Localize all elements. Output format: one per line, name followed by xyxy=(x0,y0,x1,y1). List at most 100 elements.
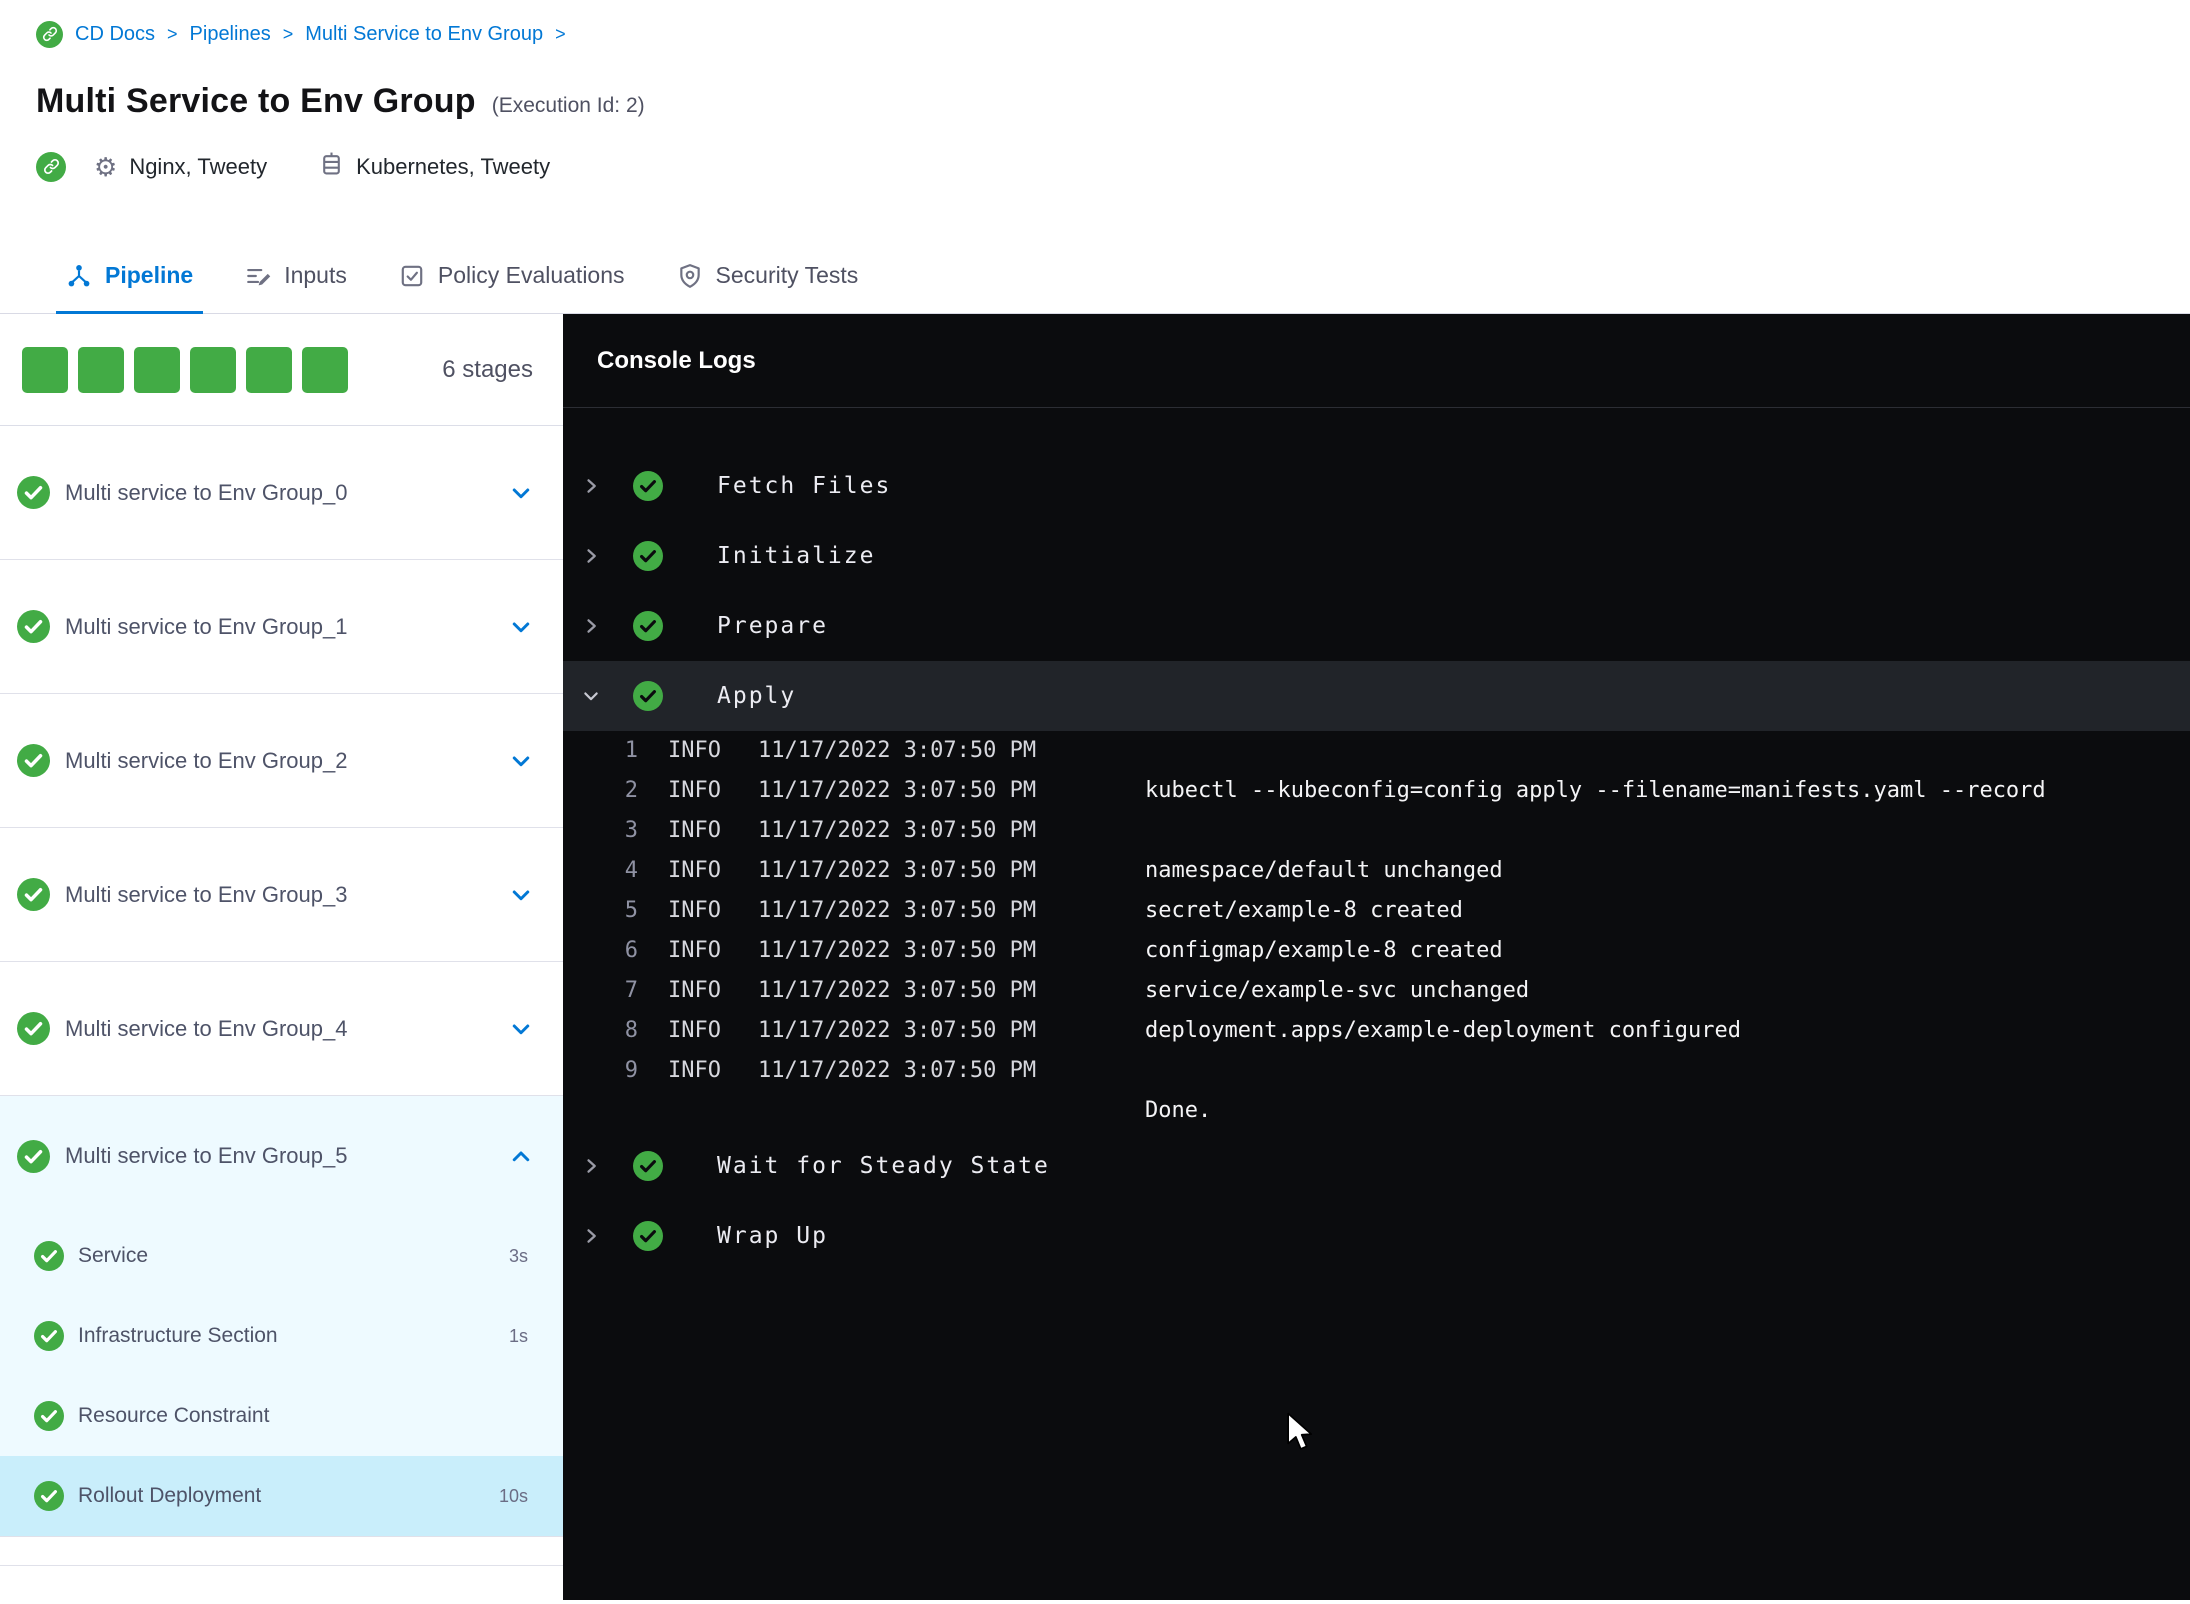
chevron-down-icon[interactable] xyxy=(509,481,533,505)
execution-meta-row: ⚙ Nginx, Tweety Kubernetes, Tweety xyxy=(36,151,2190,182)
chevron-right-icon[interactable] xyxy=(579,1156,603,1176)
step-row-rollout-deployment[interactable]: Rollout Deployment 10s xyxy=(0,1456,563,1536)
log-level: INFO xyxy=(668,938,721,963)
log-level: INFO xyxy=(668,738,721,763)
console-step-label: Wrap Up xyxy=(717,1223,828,1249)
chevron-right-icon[interactable] xyxy=(579,546,603,566)
log-timestamp: 11/17/2022 3:07:50 PM xyxy=(758,778,1037,803)
tab-label: Security Tests xyxy=(715,262,859,288)
execution-tabs: Pipeline Inputs Policy Evaluations Secur… xyxy=(0,238,2190,314)
console-logs-panel: Console Logs Fetch Files Initialize Prep… xyxy=(563,314,2190,1600)
step-row-infrastructure-section[interactable]: Infrastructure Section 1s xyxy=(0,1296,563,1376)
log-message xyxy=(1115,731,2190,771)
chevron-right-icon[interactable] xyxy=(579,1226,603,1246)
tab-label: Pipeline xyxy=(105,262,194,288)
log-line: 4 INFO 11/17/2022 3:07:50 PM namespace/defa… xyxy=(563,851,2190,891)
chevron-down-icon[interactable] xyxy=(579,686,603,706)
stage-status-squares xyxy=(22,346,442,393)
security-tests-icon xyxy=(679,263,700,288)
console-step-wait-for-steady-state[interactable]: Wait for Steady State xyxy=(563,1131,2190,1201)
log-level: INFO xyxy=(668,858,721,883)
breadcrumb-link-pipeline-name[interactable]: Multi Service to Env Group xyxy=(305,23,543,46)
execution-id: (Execution Id: 2) xyxy=(491,94,645,117)
log-line: 6 INFO 11/17/2022 3:07:50 PM configmap/exam… xyxy=(563,931,2190,971)
log-line-number: 2 xyxy=(624,778,638,803)
chevron-down-icon[interactable] xyxy=(509,883,533,907)
tab-pipeline[interactable]: Pipeline xyxy=(40,238,219,314)
tab-inputs[interactable]: Inputs xyxy=(219,238,373,313)
execution-body: 6 stages Multi service to Env Group_0 Mu… xyxy=(0,314,2190,1600)
chevron-down-icon[interactable] xyxy=(509,749,533,773)
tab-security-tests[interactable]: Security Tests xyxy=(651,238,885,313)
stage-square xyxy=(22,346,68,393)
stage-expanded-block: Multi service to Env Group_5 Service 3s … xyxy=(0,1096,563,1537)
log-timestamp xyxy=(728,1091,1115,1131)
link-badge-icon xyxy=(36,20,63,48)
success-check-icon xyxy=(633,611,663,641)
chevron-up-icon[interactable] xyxy=(509,1144,533,1168)
log-timestamp: 11/17/2022 3:07:50 PM xyxy=(758,978,1037,1003)
log-line: 1 INFO 11/17/2022 3:07:50 PM xyxy=(563,731,2190,771)
stages-panel: 6 stages Multi service to Env Group_0 Mu… xyxy=(0,314,563,1600)
success-check-icon xyxy=(17,1139,50,1173)
log-level: INFO xyxy=(668,818,721,843)
log-line-number: 4 xyxy=(624,858,638,883)
stage-row[interactable]: Multi service to Env Group_1 xyxy=(0,560,563,694)
step-row-resource-constraint[interactable]: Resource Constraint xyxy=(0,1376,563,1456)
stage-row[interactable]: Multi service to Env Group_0 xyxy=(0,426,563,560)
chevron-down-icon[interactable] xyxy=(509,1017,533,1041)
breadcrumb-separator: > xyxy=(555,23,566,44)
success-check-icon xyxy=(34,1401,64,1431)
breadcrumb-link-pipelines[interactable]: Pipelines xyxy=(190,23,271,46)
tab-label: Policy Evaluations xyxy=(437,262,625,288)
gear-icon: ⚙ xyxy=(94,151,118,182)
stage-label: Multi service to Env Group_0 xyxy=(65,479,348,505)
step-row-service[interactable]: Service 3s xyxy=(0,1216,563,1296)
success-check-icon xyxy=(633,471,663,501)
step-label: Resource Constraint xyxy=(78,1404,270,1427)
chevron-right-icon[interactable] xyxy=(579,476,603,496)
log-line-number: 7 xyxy=(624,978,638,1003)
log-line-number: 6 xyxy=(624,938,638,963)
policy-evaluations-icon xyxy=(401,265,423,286)
log-level: INFO xyxy=(668,898,721,923)
breadcrumb-link-cd-docs[interactable]: CD Docs xyxy=(75,23,155,46)
stage-row-expanded[interactable]: Multi service to Env Group_5 xyxy=(0,1096,563,1216)
step-label: Service xyxy=(78,1244,149,1267)
console-step-label: Apply xyxy=(717,683,797,709)
log-level: INFO xyxy=(668,778,721,803)
log-level: INFO xyxy=(668,1058,721,1083)
success-check-icon xyxy=(633,541,663,571)
log-line: 9 INFO 11/17/2022 3:07:50 PM xyxy=(563,1051,2190,1091)
log-line-number: 8 xyxy=(624,1018,638,1043)
success-check-icon xyxy=(17,1012,50,1045)
step-label: Rollout Deployment xyxy=(78,1484,262,1507)
log-timestamp: 11/17/2022 3:07:50 PM xyxy=(758,858,1037,883)
log-timestamp: 11/17/2022 3:07:50 PM xyxy=(758,898,1037,923)
console-step-fetch-files[interactable]: Fetch Files xyxy=(563,451,2190,521)
chevron-down-icon[interactable] xyxy=(509,615,533,639)
log-line: 5 INFO 11/17/2022 3:07:50 PM secret/example… xyxy=(563,891,2190,931)
step-label: Infrastructure Section xyxy=(78,1324,278,1347)
success-check-icon xyxy=(34,1241,64,1271)
step-duration: 3s xyxy=(508,1245,528,1266)
success-check-icon xyxy=(17,476,50,509)
tab-policy-evaluations[interactable]: Policy Evaluations xyxy=(373,238,651,313)
log-message xyxy=(1115,811,2190,851)
console-step-wrap-up[interactable]: Wrap Up xyxy=(563,1201,2190,1271)
console-step-label: Wait for Steady State xyxy=(717,1153,1050,1179)
stage-count-label: 6 stages xyxy=(442,355,533,383)
chevron-right-icon[interactable] xyxy=(579,616,603,636)
console-step-initialize[interactable]: Initialize xyxy=(563,521,2190,591)
console-step-prepare[interactable]: Prepare xyxy=(563,591,2190,661)
stage-row[interactable]: Multi service to Env Group_2 xyxy=(0,694,563,828)
stage-square xyxy=(246,346,292,393)
success-check-icon xyxy=(17,878,50,911)
stage-square xyxy=(134,346,180,393)
console-step-apply[interactable]: Apply xyxy=(563,661,2190,731)
log-timestamp: 11/17/2022 3:07:50 PM xyxy=(758,1058,1037,1083)
console-log-lines: 1 INFO 11/17/2022 3:07:50 PM 2 INFO 11/17/20… xyxy=(563,731,2190,1131)
stage-row[interactable]: Multi service to Env Group_4 xyxy=(0,962,563,1096)
stage-row[interactable]: Multi service to Env Group_3 xyxy=(0,828,563,962)
log-line: 3 INFO 11/17/2022 3:07:50 PM xyxy=(563,811,2190,851)
